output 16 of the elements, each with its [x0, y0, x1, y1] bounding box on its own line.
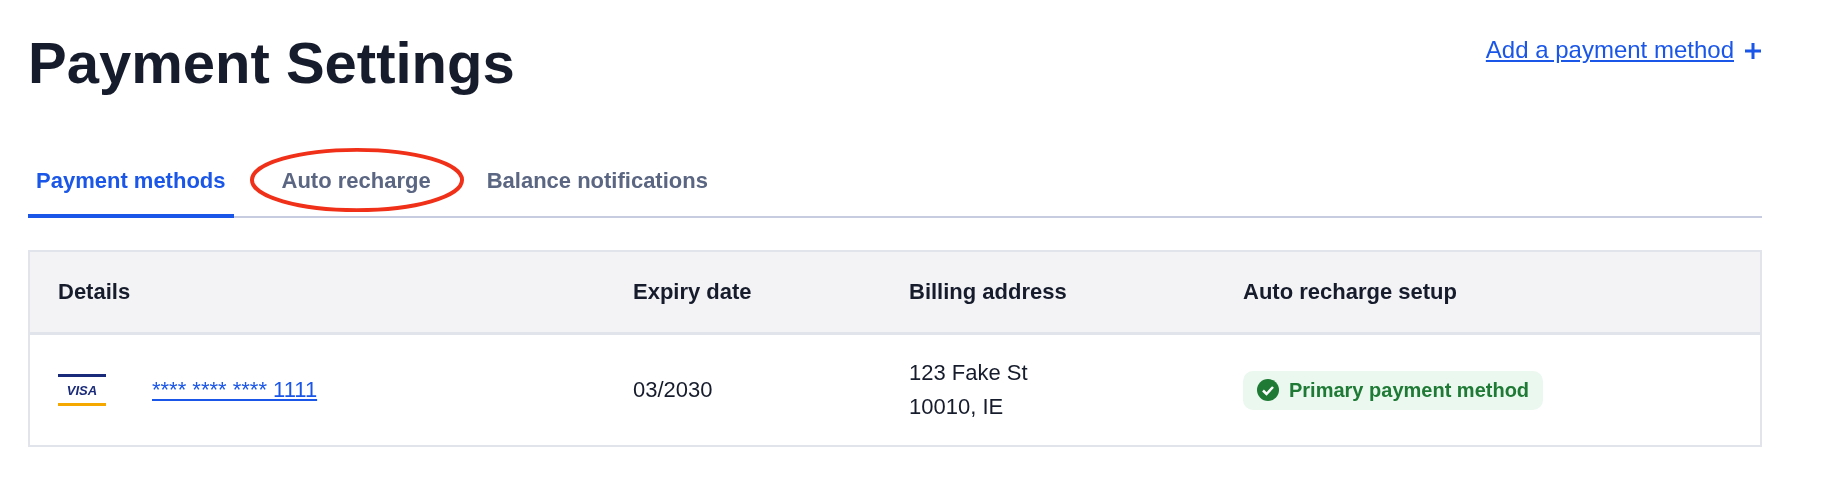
- column-header: Billing address: [909, 279, 1068, 305]
- column-header: Auto recharge setup: [1243, 279, 1458, 305]
- address-line: 123 Fake St: [909, 359, 1029, 387]
- check-icon: [1257, 379, 1279, 401]
- address-line: 10010, IE: [909, 393, 1005, 421]
- add-payment-method-link[interactable]: Add a payment method: [1485, 36, 1734, 64]
- card-number-link[interactable]: **** **** **** 1111: [152, 377, 318, 403]
- tab[interactable]: Payment methods: [28, 154, 234, 218]
- plus-icon: [1744, 42, 1762, 60]
- page-title: Payment Settings: [28, 28, 516, 96]
- expiry-date: 03/2030: [633, 377, 714, 403]
- column-header: Details: [57, 279, 132, 305]
- tab[interactable]: Auto recharge: [273, 154, 439, 218]
- status-text: Primary payment method: [1289, 378, 1530, 402]
- column-header: Expiry date: [633, 279, 753, 305]
- tab[interactable]: Balance notifications: [478, 154, 716, 218]
